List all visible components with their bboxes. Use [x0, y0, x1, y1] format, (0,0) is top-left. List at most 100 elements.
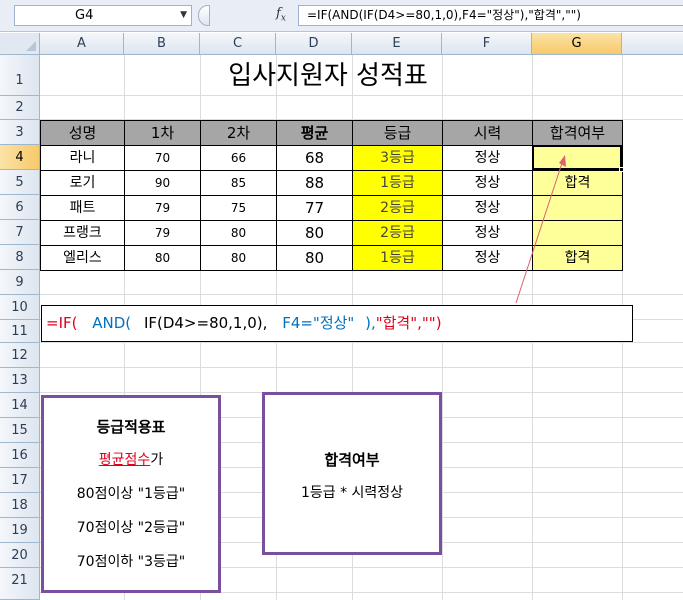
- cell-pass[interactable]: [533, 221, 623, 246]
- grade-box-subtitle: 평균점수가: [44, 449, 218, 469]
- row-header-1[interactable]: 1: [0, 55, 40, 96]
- row-header-8[interactable]: 8: [0, 245, 40, 270]
- fx-sub: x: [280, 13, 286, 24]
- row-header-10[interactable]: 10: [0, 295, 40, 320]
- formula-explanation-box[interactable]: =IF( AND( IF(D4>=80,1,0), F4="정상" ),"합격"…: [41, 305, 633, 342]
- cell-second[interactable]: 80: [201, 221, 277, 246]
- formula-vision-cond: F4="정상": [282, 314, 355, 332]
- cell-grade[interactable]: 1등급: [353, 171, 443, 196]
- column-header-b[interactable]: B: [124, 33, 200, 55]
- cell-second[interactable]: 75: [201, 196, 277, 221]
- row-header-7[interactable]: 7: [0, 220, 40, 245]
- cell-average[interactable]: 80: [277, 221, 353, 246]
- row-header-19[interactable]: 19: [0, 518, 40, 543]
- gridline: [40, 367, 683, 368]
- row-header-2[interactable]: 2: [0, 96, 40, 120]
- cell-name[interactable]: 라니: [40, 146, 125, 171]
- column-header-a[interactable]: A: [40, 33, 124, 55]
- grade-box-line1: 80점이상 "1등급": [76, 486, 186, 502]
- cell-first[interactable]: 90: [125, 171, 201, 196]
- pass-criteria-box[interactable]: 합격여부 1등급 * 시력정상: [262, 392, 442, 555]
- row-header-20[interactable]: 20: [0, 543, 40, 568]
- pass-box-title: 합격여부: [324, 451, 380, 469]
- select-all-button[interactable]: [0, 33, 40, 55]
- cell-second[interactable]: 80: [201, 246, 277, 271]
- row-header-3[interactable]: 3: [0, 120, 40, 145]
- row-header-11[interactable]: 11: [0, 320, 40, 343]
- cell-pass[interactable]: 합격: [533, 246, 623, 271]
- grade-criteria-box[interactable]: 등급적용표 평균점수가 80점이상 "1등급" 70점이상 "2등급" 70점이…: [41, 395, 221, 593]
- cell-name[interactable]: 프랭크: [40, 221, 125, 246]
- cell-pass[interactable]: [533, 196, 623, 221]
- cell-first[interactable]: 70: [125, 146, 201, 171]
- column-header-f[interactable]: F: [442, 33, 532, 55]
- header-grade[interactable]: 등급: [353, 120, 443, 146]
- insert-function-icon[interactable]: fx: [276, 6, 286, 24]
- cell-grade[interactable]: 2등급: [353, 196, 443, 221]
- header-first[interactable]: 1차: [125, 120, 201, 146]
- formula-bar: G4 ▼ fx =IF(AND(IF(D4>=80,1,0),F4="정상"),…: [0, 0, 683, 32]
- formula-text: =IF(AND(IF(D4>=80,1,0),F4="정상"),"합격",""): [307, 8, 581, 22]
- header-second[interactable]: 2차: [201, 120, 277, 146]
- grade-box-line3: 70점이하 "3등급": [76, 554, 186, 570]
- cell-name[interactable]: 로기: [40, 171, 125, 196]
- header-vision[interactable]: 시력: [443, 120, 533, 146]
- cell-first[interactable]: 79: [125, 221, 201, 246]
- row-header-17[interactable]: 17: [0, 468, 40, 493]
- name-box[interactable]: G4 ▼: [14, 5, 192, 26]
- cell-grade[interactable]: 1등급: [353, 246, 443, 271]
- sheet-title[interactable]: 입사지원자 성적표: [40, 56, 616, 96]
- header-average[interactable]: 평균: [277, 120, 353, 146]
- formula-result: "합격",""): [375, 314, 442, 332]
- row-header-18[interactable]: 18: [0, 493, 40, 518]
- cell-second[interactable]: 85: [201, 171, 277, 196]
- formula-input[interactable]: =IF(AND(IF(D4>=80,1,0),F4="정상"),"합격",""): [298, 5, 683, 26]
- cell-name[interactable]: 엘리스: [40, 246, 125, 271]
- row-header-13[interactable]: 13: [0, 368, 40, 393]
- header-name[interactable]: 성명: [40, 120, 125, 146]
- gridline: [40, 342, 683, 343]
- row-header-12[interactable]: 12: [0, 343, 40, 368]
- cell-vision[interactable]: 정상: [443, 171, 533, 196]
- formula-inner-if: IF(D4>=80,1,0),: [143, 314, 268, 332]
- cell-average[interactable]: 88: [277, 171, 353, 196]
- row-header-15[interactable]: 15: [0, 418, 40, 443]
- cell-first[interactable]: 79: [125, 196, 201, 221]
- cell-first[interactable]: 80: [125, 246, 201, 271]
- row-header-4[interactable]: 4: [0, 145, 40, 170]
- row-header-14[interactable]: 14: [0, 393, 40, 418]
- cell-vision[interactable]: 정상: [443, 221, 533, 246]
- row-header-16[interactable]: 16: [0, 443, 40, 468]
- column-header-d[interactable]: D: [276, 33, 352, 55]
- row-header-21[interactable]: 21: [0, 568, 40, 600]
- gridline: [40, 294, 683, 295]
- cell-average[interactable]: 68: [277, 146, 353, 171]
- cell-second[interactable]: 66: [201, 146, 277, 171]
- cell-vision[interactable]: 정상: [443, 196, 533, 221]
- cell-average[interactable]: 77: [277, 196, 353, 221]
- grade-box-subtitle-red: 평균점수: [98, 452, 151, 468]
- row-header-6[interactable]: 6: [0, 195, 40, 220]
- fill-handle[interactable]: [619, 167, 624, 172]
- cell-vision[interactable]: 정상: [443, 146, 533, 171]
- cell-average[interactable]: 80: [277, 246, 353, 271]
- formula-and: AND(: [92, 314, 132, 332]
- cell-pass[interactable]: 합격: [533, 171, 623, 196]
- formula-if: =IF(: [46, 314, 78, 332]
- column-header-g[interactable]: G: [532, 33, 622, 55]
- column-header-c[interactable]: C: [200, 33, 276, 55]
- chevron-down-icon[interactable]: ▼: [180, 6, 187, 25]
- formula-bar-resize-handle[interactable]: [198, 5, 210, 26]
- header-pass[interactable]: 합격여부: [533, 120, 623, 146]
- column-header-e[interactable]: E: [352, 33, 442, 55]
- grade-box-subtitle-tail: 가: [150, 452, 164, 468]
- row-header-9[interactable]: 9: [0, 270, 40, 295]
- cell-name[interactable]: 패트: [40, 196, 125, 221]
- grade-box-line2: 70점이상 "2등급": [76, 520, 186, 536]
- row-header-5[interactable]: 5: [0, 170, 40, 195]
- cell-vision[interactable]: 정상: [443, 246, 533, 271]
- formula-and-close: ),: [365, 314, 376, 332]
- cell-grade[interactable]: 2등급: [353, 221, 443, 246]
- cell-grade[interactable]: 3등급: [353, 146, 443, 171]
- column-header-h[interactable]: [622, 33, 683, 55]
